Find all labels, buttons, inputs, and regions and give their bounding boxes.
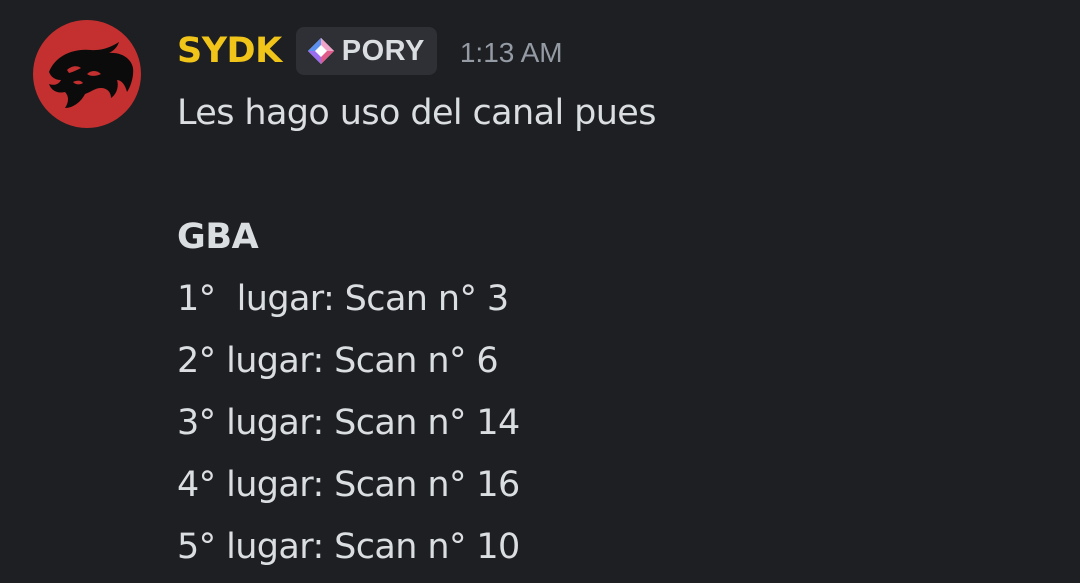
ranking-item-2: 2° lugar: Scan n° 6 <box>177 341 499 381</box>
ranking-item-4: 4° lugar: Scan n° 16 <box>177 465 520 505</box>
server-tag-label: PORY <box>341 34 425 67</box>
ranking-item-3: 3° lugar: Scan n° 14 <box>177 403 520 443</box>
message-timestamp[interactable]: 1:13 AM <box>460 33 563 69</box>
ranking-item-1: 1° lugar: Scan n° 3 <box>177 279 509 319</box>
avatar[interactable] <box>33 20 141 128</box>
author-name[interactable]: SYDK <box>177 31 282 71</box>
server-tag[interactable]: PORY <box>295 27 437 75</box>
ranking-item-5: 5° lugar: Scan n° 10 <box>177 527 520 567</box>
diamond-gem-icon <box>307 38 334 64</box>
message-intro: Les hago uso del canal pues <box>177 93 656 133</box>
thundercats-emblem-icon <box>49 42 134 108</box>
chat-message: SYDK PORY 1:13 AM Les hago uso del canal… <box>0 0 1080 583</box>
message-heading: GBA <box>177 217 259 257</box>
message-content: Les hago uso del canal pues GBA 1° lugar… <box>177 82 1057 578</box>
message-header: SYDK PORY 1:13 AM <box>177 26 563 76</box>
